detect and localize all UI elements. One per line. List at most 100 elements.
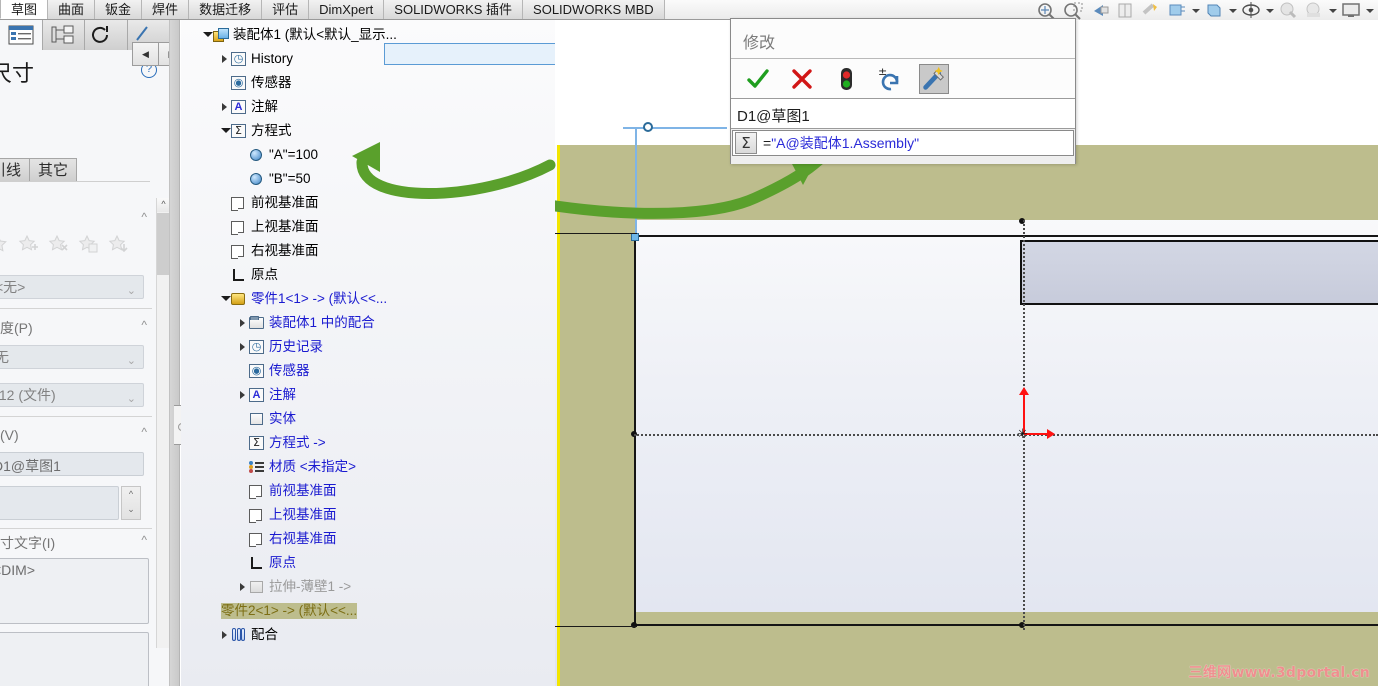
tree-expand-open-icon[interactable] <box>221 287 231 311</box>
tree-item[interactable]: A 注解 <box>221 95 278 119</box>
reset-increment-button[interactable]: ± <box>875 64 905 94</box>
part1-face-left[interactable] <box>557 220 635 612</box>
section-view-icon[interactable] <box>1113 1 1137 20</box>
panel-splitter[interactable] <box>170 20 180 686</box>
equation-sigma-icon[interactable]: Σ <box>735 132 757 154</box>
ribbon-tab-sheetmetal[interactable]: 钣金 <box>94 0 143 19</box>
tree-item[interactable]: 装配体1 中的配合 <box>239 311 375 335</box>
style-combo[interactable]: <无> ⌄ <box>0 275 144 299</box>
hide-show-items-icon[interactable] <box>1202 1 1226 20</box>
tree-item[interactable]: A 注解 <box>239 383 296 407</box>
tree-expand-open-icon[interactable] <box>203 23 213 47</box>
tree-item[interactable]: 前视基准面 <box>239 479 337 503</box>
tree-item[interactable]: 装配体1 (默认<默认_显示... <box>203 23 397 47</box>
delete-favorite-icon[interactable] <box>48 234 68 257</box>
save-favorite-icon[interactable] <box>78 234 98 257</box>
part2-face[interactable] <box>1020 240 1378 305</box>
scrollbar-thumb[interactable] <box>157 213 169 275</box>
eye-dropdown-caret[interactable] <box>1265 1 1274 20</box>
modify-value-row[interactable]: Σ ="A@装配体1.Assembly" <box>732 130 1074 156</box>
ribbon-tab-weldments[interactable]: 焊件 <box>141 0 190 19</box>
section-chevron-precision[interactable]: ^ <box>141 318 147 332</box>
tree-item[interactable]: 原点 <box>221 263 278 287</box>
tree-item[interactable]: 右视基准面 <box>221 239 319 263</box>
edit-appearance-icon[interactable] <box>1276 1 1300 20</box>
precision-combo[interactable]: 无 ⌄ <box>0 345 144 369</box>
tree-item[interactable]: 拉伸-薄壁1 -> <box>239 575 351 599</box>
ribbon-tab-evaluate[interactable]: 评估 <box>261 0 310 19</box>
view-settings-icon[interactable] <box>1339 1 1363 20</box>
modify-expression-field[interactable]: ="A@装配体1.Assembly" <box>763 133 919 153</box>
apply-scene-icon[interactable] <box>1302 1 1326 20</box>
tree-expand-closed-icon[interactable] <box>239 311 248 335</box>
sub-tab-leaders[interactable]: 引线 <box>0 158 31 182</box>
section-chevron-value[interactable]: ^ <box>141 425 147 439</box>
tree-expand-closed-icon[interactable] <box>239 575 248 599</box>
previous-view-icon[interactable] <box>1087 1 1111 20</box>
tree-item[interactable]: ◷ History <box>221 47 293 71</box>
tree-expand-closed-icon[interactable] <box>239 383 248 407</box>
ok-check-button[interactable] <box>743 64 773 94</box>
tolerance-precision-combo[interactable]: .12 (文件) ⌄ <box>0 383 144 407</box>
panel-nav-next-button[interactable]: ▶ <box>159 42 169 66</box>
ribbon-tab-dimxpert[interactable]: DimXpert <box>308 0 385 19</box>
tree-item[interactable]: "A"=100 <box>239 143 318 167</box>
tree-item[interactable]: 零件1<1> -> (默认<<... <box>221 287 387 311</box>
modify-dialog[interactable]: 修改 ± D1@草图1 Σ ="A@装配体1.Assembly" <box>730 18 1076 164</box>
tree-item[interactable]: Σ 方程式 <box>221 119 292 143</box>
rebuild-traffic-light-button[interactable] <box>831 64 861 94</box>
tree-item[interactable]: 配合 <box>221 623 278 647</box>
tree-item[interactable]: 右视基准面 <box>239 527 337 551</box>
panel-nav-prev-button[interactable]: ◀ <box>132 42 159 66</box>
section-chevron-style[interactable]: ^ <box>141 210 147 224</box>
tree-item[interactable]: 原点 <box>239 551 296 575</box>
hide-show-dropdown-caret[interactable] <box>1228 1 1237 20</box>
tree-expand-open-icon[interactable] <box>221 119 231 143</box>
tree-item[interactable]: "B"=50 <box>239 167 311 191</box>
ribbon-tab-sketch[interactable]: 草图 <box>0 0 49 19</box>
eye-icon[interactable] <box>1239 1 1263 20</box>
tree-item[interactable]: 零件2<1> -> (默认<<... <box>221 599 358 623</box>
property-panel-scrollbar[interactable]: ^ <box>156 198 169 648</box>
section-header-value[interactable]: 值(V) <box>0 425 19 445</box>
display-style-dropdown-caret[interactable] <box>1191 1 1200 20</box>
view-orientation-icon[interactable] <box>1139 1 1163 20</box>
tree-item[interactable]: 前视基准面 <box>221 191 319 215</box>
tree-item[interactable]: 上视基准面 <box>221 215 319 239</box>
ribbon-tab-mbd[interactable]: SOLIDWORKS MBD <box>522 0 665 19</box>
add-style-icon[interactable] <box>0 234 8 257</box>
sketch-vertex-top-left[interactable] <box>631 233 639 241</box>
tree-item[interactable]: ◉ 传感器 <box>221 71 292 95</box>
scroll-up-arrow-icon[interactable]: ^ <box>157 198 169 212</box>
zoom-to-fit-icon[interactable] <box>1035 1 1059 20</box>
selected-edge-highlight[interactable] <box>557 145 560 686</box>
property-manager-tab[interactable] <box>0 20 43 50</box>
dimension-value-stepper[interactable]: ^ ⌄ <box>121 486 141 520</box>
instant3d-wand-button[interactable] <box>919 63 949 94</box>
sketch-edge-top[interactable] <box>634 235 1378 238</box>
tree-expand-closed-icon[interactable] <box>221 47 230 71</box>
tree-item[interactable]: ◷ 历史记录 <box>239 335 323 359</box>
tree-item[interactable]: ◉ 传感器 <box>239 359 310 383</box>
ribbon-tab-surfaces[interactable]: 曲面 <box>47 0 96 19</box>
tree-item[interactable]: Σ 方程式 -> <box>239 431 326 455</box>
tree-expand-closed-icon[interactable] <box>239 335 248 359</box>
view-settings-dropdown-caret[interactable] <box>1365 1 1374 20</box>
section-header-precision[interactable]: 精度(P) <box>0 318 33 338</box>
configuration-manager-tab[interactable] <box>42 20 85 50</box>
tree-expand-closed-icon[interactable] <box>221 95 230 119</box>
add-favorite-icon[interactable] <box>18 234 38 257</box>
sketch-edge-bottom[interactable] <box>634 624 1378 627</box>
section-chevron-dimension-text[interactable]: ^ <box>141 533 147 547</box>
dimension-value-field[interactable] <box>0 486 119 520</box>
modify-dimension-name[interactable]: D1@草图1 <box>731 99 1075 129</box>
load-favorite-icon[interactable] <box>108 234 128 257</box>
section-header-dimension-text[interactable]: 尺寸文字(I) <box>0 533 55 553</box>
display-style-icon[interactable] <box>1165 1 1189 20</box>
tree-item[interactable]: 上视基准面 <box>239 503 337 527</box>
dimension-notes-field[interactable] <box>0 632 149 686</box>
cancel-x-button[interactable] <box>787 64 817 94</box>
ribbon-tab-addins[interactable]: SOLIDWORKS 插件 <box>383 0 524 19</box>
sketch-vertex-bottom-left[interactable] <box>631 622 637 628</box>
zoom-to-area-icon[interactable] <box>1061 1 1085 20</box>
